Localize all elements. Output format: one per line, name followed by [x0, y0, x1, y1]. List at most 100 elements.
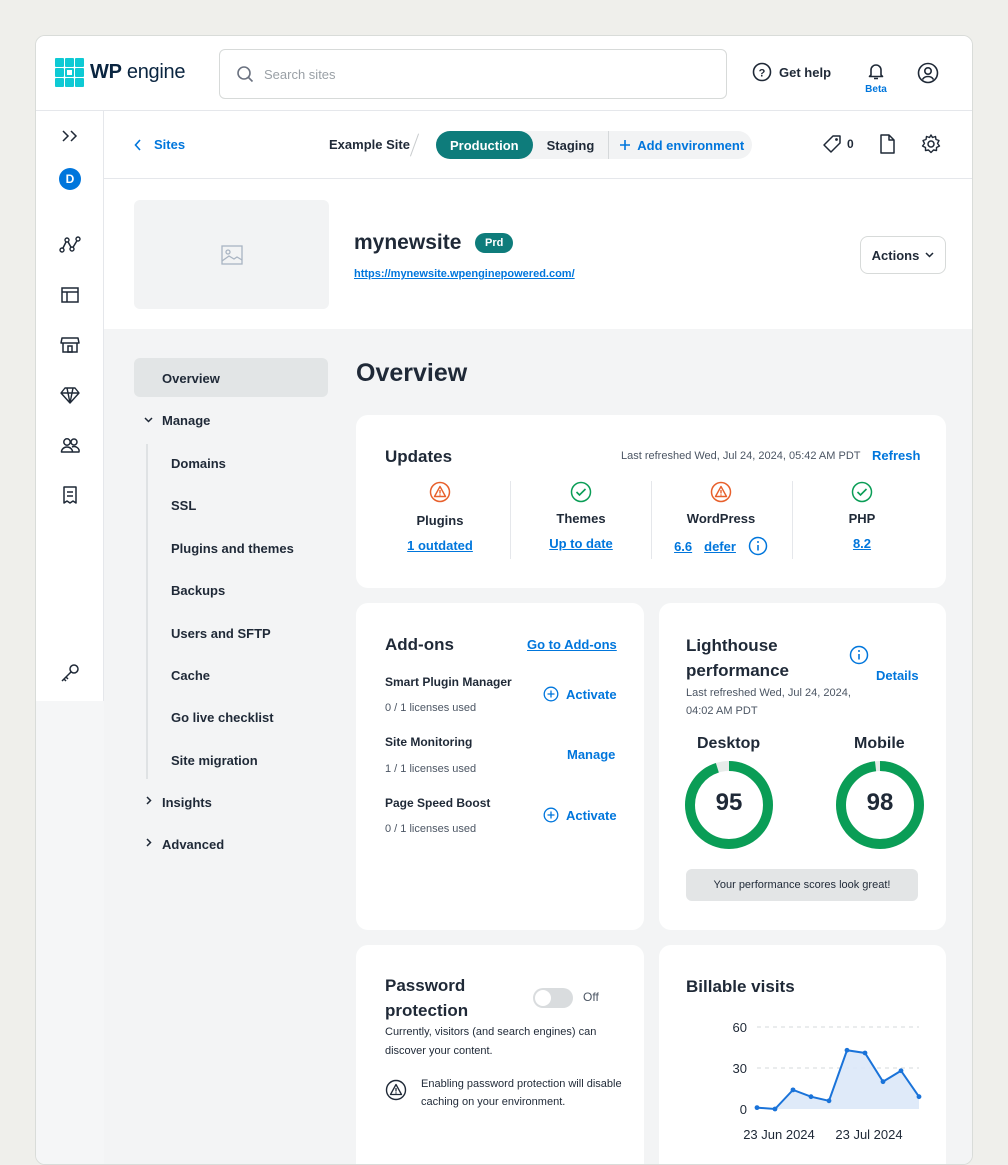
addon-name: Smart Plugin Manager: [385, 675, 512, 689]
nav-go-live-checklist[interactable]: Go live checklist: [171, 710, 274, 725]
environment-badge: Prd: [475, 233, 514, 253]
plus-circle-icon: [543, 686, 559, 702]
get-help-label: Get help: [779, 64, 832, 80]
lighthouse-card: Lighthouse performance Details Last refr…: [659, 603, 946, 930]
env-staging-tab[interactable]: Staging: [533, 131, 610, 159]
nav-users-and-sftp[interactable]: Users and SFTP: [171, 626, 271, 641]
search-input[interactable]: [264, 66, 684, 82]
nav-advanced[interactable]: Advanced: [162, 837, 224, 852]
y-tick-label: 30: [733, 1061, 747, 1076]
settings-button[interactable]: [920, 133, 942, 160]
nav-site-migration[interactable]: Site migration: [171, 753, 258, 768]
rail-item-analytics[interactable]: [58, 233, 82, 257]
plugins-label: Plugins: [416, 513, 464, 528]
layout-icon: [61, 287, 79, 303]
activate-smart-plugin-manager-button[interactable]: Activate: [543, 686, 617, 702]
warning-triangle-icon: [385, 1079, 407, 1101]
rail-item-sites[interactable]: [58, 283, 82, 307]
diamond-icon: [60, 387, 80, 404]
main-content: Overview Manage Domains SSL Plugins and …: [104, 329, 972, 1164]
y-tick-label: 0: [740, 1102, 747, 1117]
gear-icon: [921, 134, 941, 154]
account-avatar[interactable]: D: [58, 167, 82, 191]
nav-ssl[interactable]: SSL: [171, 498, 196, 513]
nav-backups[interactable]: Backups: [171, 583, 225, 598]
nav-cache[interactable]: Cache: [171, 668, 210, 683]
wordpress-defer-link[interactable]: defer: [704, 539, 736, 554]
nav-overview[interactable]: Overview: [162, 371, 220, 386]
nav-domains[interactable]: Domains: [171, 456, 226, 471]
env-production-tab[interactable]: Production: [436, 131, 533, 159]
go-to-addons-link[interactable]: Go to Add-ons: [527, 637, 617, 652]
addon-name: Site Monitoring: [385, 735, 473, 749]
rail-item-premium[interactable]: [58, 383, 82, 407]
store-icon: [60, 337, 80, 353]
addon-licenses: 0 / 1 licenses used: [385, 702, 477, 714]
rail-item-api-keys[interactable]: [58, 661, 82, 685]
password-protection-title: Password protection: [385, 976, 469, 1020]
site-url-link[interactable]: https://mynewsite.wpenginepowered.com/: [354, 268, 575, 280]
environment-switcher: Production Staging Add environment: [436, 131, 752, 159]
plus-circle-icon: [543, 807, 559, 823]
billable-visits-card: Billable visits 0 30 60 23 Jun 2024 23 Jul 2…: [659, 945, 946, 1164]
desktop-score: 95: [715, 789, 743, 816]
activate-label: Activate: [566, 807, 617, 823]
warning-icon: [429, 481, 451, 503]
wordpress-version-link[interactable]: 6.6: [674, 539, 692, 554]
top-bar: WP engine ? Get help Beta: [36, 36, 972, 111]
lighthouse-title: Lighthouse performance: [686, 636, 789, 680]
data-point: [862, 1050, 868, 1056]
performance-message: Your performance scores look great!: [686, 869, 918, 901]
nav-manage[interactable]: Manage: [162, 413, 210, 428]
site-title: mynewsite: [354, 231, 462, 254]
area-fill: [757, 1050, 919, 1109]
wordpress-label: WordPress: [686, 511, 756, 526]
addon-licenses: 0 / 1 licenses used: [385, 823, 477, 835]
password-protection-warning: Enabling password protection will disabl…: [385, 1075, 625, 1111]
tag-count: 0: [847, 137, 854, 151]
wp-engine-logo[interactable]: WP engine: [55, 58, 185, 87]
rail-item-users[interactable]: [58, 433, 82, 457]
help-icon: ?: [752, 62, 772, 82]
data-point: [898, 1068, 904, 1074]
addons-card: Add-ons Go to Add-ons Smart Plugin Manag…: [356, 603, 644, 930]
rail-item-billing[interactable]: [58, 483, 82, 507]
php-version-link[interactable]: 8.2: [792, 536, 932, 551]
x-tick-label: 23 Jul 2024: [835, 1127, 902, 1142]
password-protection-toggle[interactable]: [533, 988, 573, 1008]
nav-insights[interactable]: Insights: [162, 795, 212, 810]
check-circle-icon: [570, 481, 592, 503]
lighthouse-details-link[interactable]: Details: [876, 668, 919, 683]
add-environment-button[interactable]: Add environment: [609, 138, 744, 153]
rail-item-store[interactable]: [58, 333, 82, 357]
activate-page-speed-boost-button[interactable]: Activate: [543, 807, 617, 823]
add-environment-label: Add environment: [637, 137, 745, 153]
wordpress-version-links: 6.6 defer: [651, 536, 791, 556]
manage-site-monitoring-button[interactable]: Manage: [567, 747, 615, 762]
check-circle-icon: [851, 481, 873, 503]
bell-icon: [868, 64, 884, 80]
refresh-button[interactable]: Refresh: [872, 448, 920, 463]
get-help-button[interactable]: ? Get help: [752, 62, 831, 82]
notes-button[interactable]: [877, 133, 897, 160]
warning-icon: [710, 481, 732, 503]
notifications-button[interactable]: Beta: [864, 61, 888, 95]
plugins-status: Plugins 1 outdated: [370, 481, 510, 559]
key-icon: [61, 664, 79, 682]
site-name-breadcrumb[interactable]: Example Site: [329, 137, 410, 152]
plugins-outdated-link[interactable]: 1 outdated: [370, 538, 510, 553]
nav-plugins-and-themes[interactable]: Plugins and themes: [171, 541, 294, 556]
user-icon: [917, 62, 939, 84]
tags-button[interactable]: 0: [821, 133, 854, 155]
info-icon[interactable]: [849, 645, 869, 665]
beta-badge: Beta: [865, 84, 887, 95]
expand-rail-button[interactable]: [58, 124, 82, 148]
themes-up-to-date-link[interactable]: Up to date: [511, 536, 651, 551]
info-icon[interactable]: [748, 536, 768, 556]
back-to-sites-link[interactable]: Sites: [134, 137, 185, 152]
account-button[interactable]: [917, 62, 939, 89]
desktop-label: Desktop: [697, 735, 761, 752]
updates-card: Updates Last refreshed Wed, Jul 24, 2024…: [356, 415, 946, 588]
actions-dropdown[interactable]: Actions: [860, 236, 946, 274]
search-box[interactable]: [219, 49, 727, 99]
